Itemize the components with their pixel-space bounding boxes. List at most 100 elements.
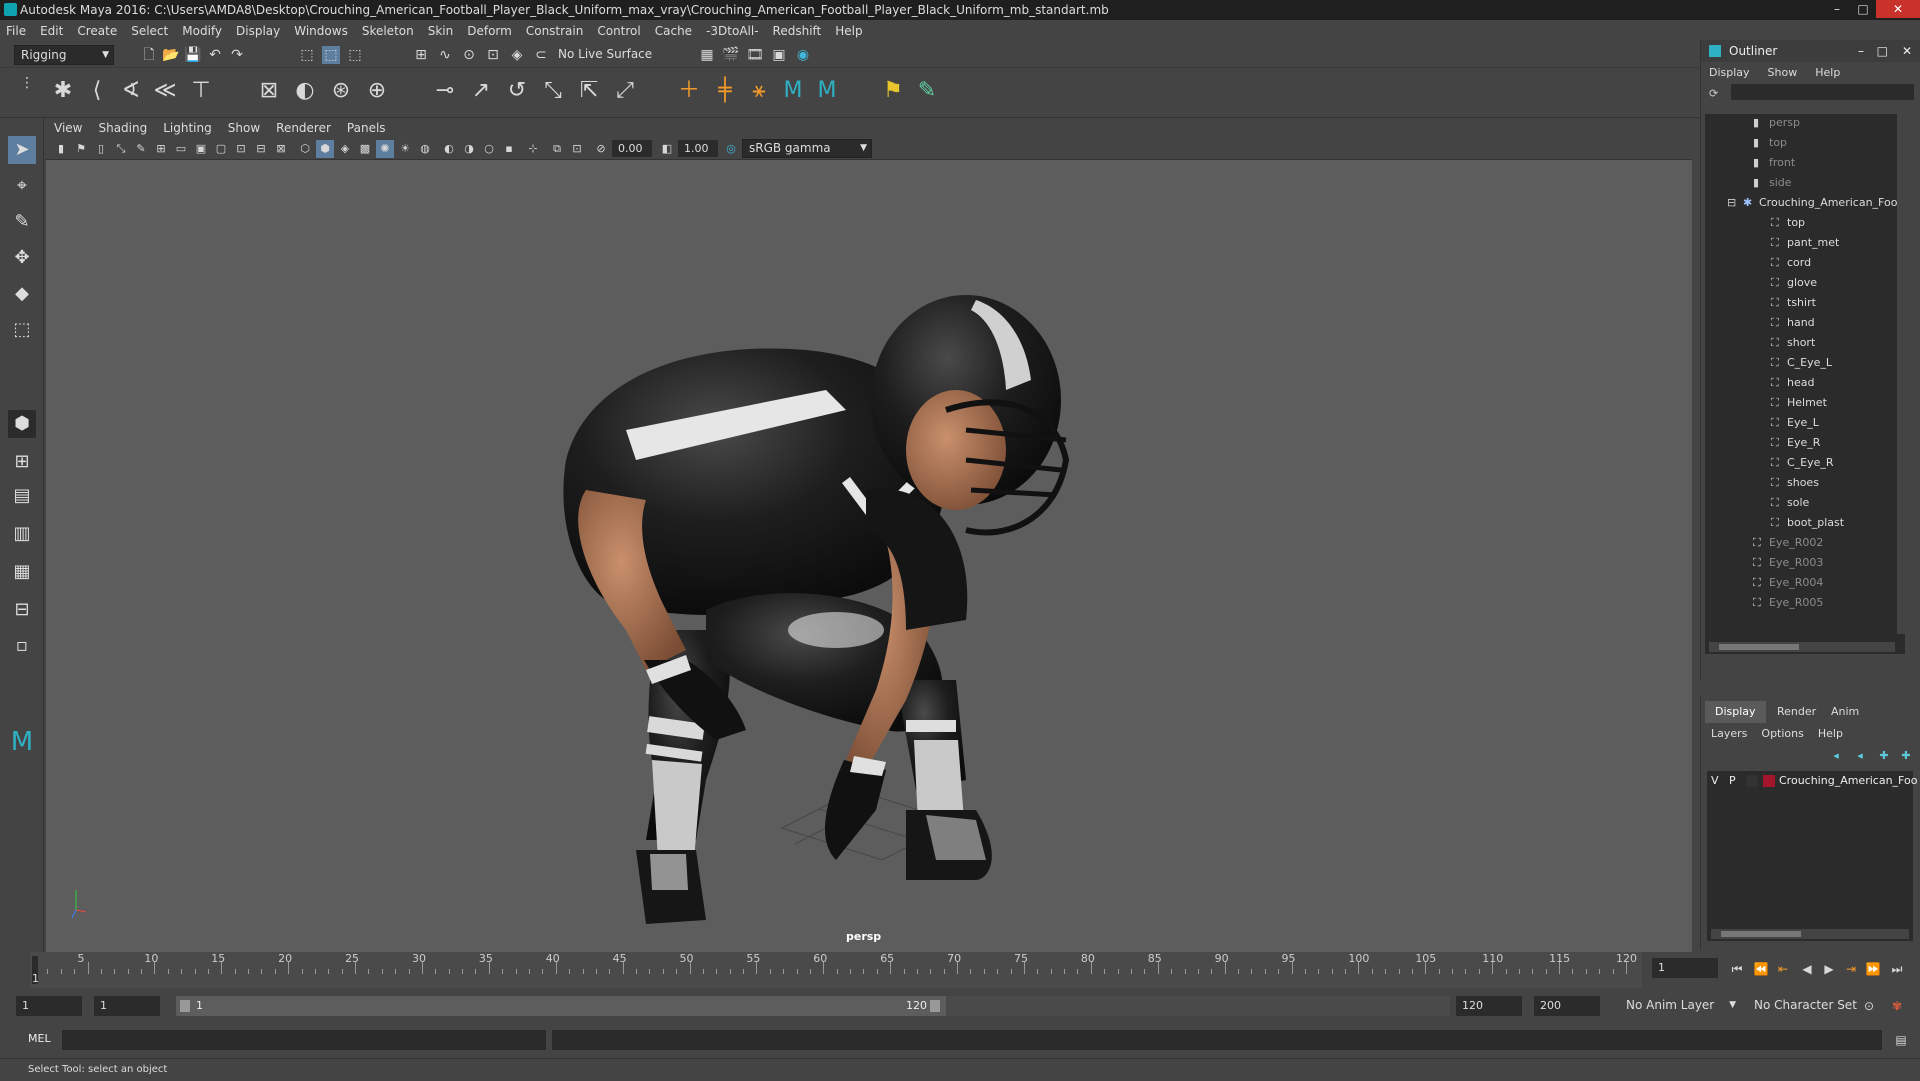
safe-title-icon[interactable]: ⊠	[272, 140, 290, 158]
script-editor-icon[interactable]: ▤	[1892, 1031, 1910, 1049]
locator-icon[interactable]: ＋	[674, 76, 704, 106]
scale-tool-icon[interactable]: ⬚	[8, 316, 36, 344]
tab-render[interactable]: Render	[1767, 701, 1826, 723]
range-slider-track[interactable]	[946, 996, 1450, 1016]
outliner-menu-display[interactable]: Display	[1709, 66, 1750, 79]
backface-culling-icon[interactable]: ⊡	[568, 140, 586, 158]
hik-icon[interactable]: ⚹	[744, 76, 774, 106]
grid-toggle-icon[interactable]: ⊞	[152, 140, 170, 158]
bookmark-icon[interactable]: ⚑	[72, 140, 90, 158]
snap-curve-icon[interactable]: ∿	[436, 46, 454, 64]
lattice-icon[interactable]: ⊛	[326, 76, 356, 106]
menu-modify[interactable]: Modify	[182, 24, 222, 38]
save-scene-icon[interactable]: 💾	[184, 46, 202, 64]
menu-display[interactable]: Display	[236, 24, 280, 38]
exposure-field[interactable]: 0.00	[612, 140, 652, 157]
vertical-scrollbar[interactable]	[1897, 114, 1905, 634]
character-set-dropdown[interactable]: No Character Set	[1748, 996, 1868, 1016]
film-gate-icon[interactable]: ▭	[172, 140, 190, 158]
menu-deform[interactable]: Deform	[467, 24, 512, 38]
menu-skeleton[interactable]: Skeleton	[362, 24, 414, 38]
range-slider-bar[interactable]: 1 120	[176, 996, 946, 1016]
viewport-menu-lighting[interactable]: Lighting	[163, 121, 212, 135]
shelf-menu-icon[interactable]: ⋮	[18, 74, 36, 92]
layer-scrollbar[interactable]	[1711, 929, 1909, 939]
gate-mask-icon[interactable]: ▢	[212, 140, 230, 158]
go-to-end-icon[interactable]: ⏭	[1888, 960, 1906, 978]
move-layer-up-icon[interactable]: ◂	[1827, 747, 1845, 765]
joint-tool-icon[interactable]: ✱	[48, 76, 78, 106]
view-transform-dropdown[interactable]: sRGB gamma ▼	[742, 139, 872, 158]
list-item[interactable]: ⊟ ✱ Crouching_American_Foo	[1727, 194, 1897, 212]
depth-of-field-icon[interactable]: ○	[480, 140, 498, 158]
wireframe-icon[interactable]: ⬡	[296, 140, 314, 158]
2d-pan-zoom-icon[interactable]: ⤡	[112, 140, 130, 158]
refresh-icon[interactable]: ⟳	[1709, 87, 1723, 101]
paint-weights-icon[interactable]: ◐	[290, 76, 320, 106]
go-to-start-icon[interactable]: ⏮	[1728, 960, 1746, 978]
menu-select[interactable]: Select	[131, 24, 168, 38]
shadows-icon[interactable]: ☀	[396, 140, 414, 158]
viewport-menu-show[interactable]: Show	[228, 121, 260, 135]
orient-constraint-icon[interactable]: ↺	[502, 76, 532, 106]
list-item[interactable]: ▮ persp	[1753, 114, 1800, 132]
list-item[interactable]: ⛶ Eye_R005	[1753, 594, 1823, 612]
menu-constrain[interactable]: Constrain	[526, 24, 584, 38]
anim-layer-dropdown[interactable]: No Anim Layer ▼	[1620, 996, 1740, 1016]
gamma-field[interactable]: 1.00	[678, 140, 718, 157]
field-chart-icon[interactable]: ⊡	[232, 140, 250, 158]
list-item[interactable]: ▮ side	[1753, 174, 1792, 192]
step-forward-frame-icon[interactable]: ⇥	[1842, 960, 1860, 978]
snap-view-icon[interactable]: ⊡	[484, 46, 502, 64]
ipr-render-icon[interactable]: 🎞	[746, 46, 764, 64]
list-item[interactable]: ▮ top	[1753, 134, 1787, 152]
layout-uv-icon[interactable]: ⊟	[8, 596, 36, 624]
maya-hik-alt-icon[interactable]: M	[812, 76, 842, 106]
outliner-list[interactable]: ▮ persp ▮ top ▮ front ▮ side ⊟ ✱ Crouching_Ame…	[1705, 114, 1905, 654]
layout-persp-outliner-icon[interactable]: ▤	[8, 482, 36, 510]
play-forwards-icon[interactable]: ▶	[1820, 960, 1838, 978]
tab-display[interactable]: Display	[1705, 701, 1766, 723]
command-input[interactable]	[62, 1030, 546, 1050]
image-plane-icon[interactable]: ▯	[92, 140, 110, 158]
isolate-select-icon[interactable]: ▪	[500, 140, 518, 158]
animation-preferences-icon[interactable]: ✾	[1888, 997, 1906, 1015]
paint-tool-icon[interactable]: ✎	[912, 76, 942, 106]
viewport-menu-shading[interactable]: Shading	[98, 121, 147, 135]
rotate-tool-icon[interactable]: ◆	[8, 280, 36, 308]
maximize-button[interactable]: □	[1850, 0, 1876, 18]
orient-joint-icon[interactable]: ⊤	[186, 76, 216, 106]
list-item[interactable]: ⛶ cord	[1771, 254, 1811, 272]
grease-pencil-icon[interactable]: ✎	[132, 140, 150, 158]
cluster-icon[interactable]: ⊕	[362, 76, 392, 106]
menu-edit[interactable]: Edit	[40, 24, 63, 38]
hypershade-icon[interactable]: ◉	[794, 46, 812, 64]
viewport-menu-view[interactable]: View	[54, 121, 82, 135]
layer-color-swatch[interactable]	[1763, 775, 1775, 787]
menu-skin[interactable]: Skin	[428, 24, 454, 38]
current-frame-field[interactable]: 1	[1652, 958, 1718, 978]
list-item[interactable]: ⛶ shoes	[1771, 474, 1819, 492]
play-backwards-icon[interactable]: ◀	[1798, 960, 1816, 978]
anti-aliasing-icon[interactable]: ◑	[460, 140, 478, 158]
paint-select-tool-icon[interactable]: ✎	[8, 208, 36, 236]
menu-control[interactable]: Control	[597, 24, 640, 38]
pole-vector-icon[interactable]: ⤢	[610, 76, 640, 106]
mirror-joint-icon[interactable]: ≪	[150, 76, 180, 106]
snap-magnet-icon[interactable]: ⊂	[532, 46, 550, 64]
locator-offset-icon[interactable]: ╪	[710, 76, 740, 106]
menu-help[interactable]: Help	[835, 24, 862, 38]
list-item[interactable]: ⛶ top	[1771, 214, 1805, 232]
auto-key-icon[interactable]: ⊙	[1860, 997, 1878, 1015]
list-item[interactable]: ⛶ Eye_R004	[1753, 574, 1823, 592]
list-item[interactable]: ⛶ hand	[1771, 314, 1815, 332]
animation-start-field[interactable]: 1	[16, 996, 82, 1016]
maximize-icon[interactable]: □	[1877, 40, 1888, 62]
new-layer-from-selected-icon[interactable]: ✚	[1897, 747, 1915, 765]
time-slider[interactable]: 5 10 15 20 25 30 35 40 45 50 55 60 65 70 75 80 85 90 95 100…	[0, 952, 1920, 988]
gamma-icon[interactable]: ◧	[658, 140, 676, 158]
select-component-icon[interactable]: ⬚	[346, 46, 364, 64]
select-tool-icon[interactable]: ➤	[8, 136, 36, 164]
menu-3dtoall[interactable]: -3DtoAll-	[706, 24, 758, 38]
menu-cache[interactable]: Cache	[655, 24, 692, 38]
